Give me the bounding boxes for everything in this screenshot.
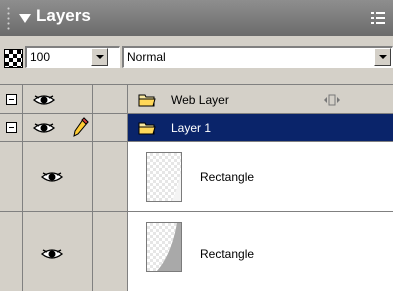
opacity-dropdown-button[interactable] <box>91 48 108 66</box>
object-row-rectangle[interactable]: Rectangle <box>0 142 393 212</box>
opacity-icon <box>4 49 23 68</box>
layer-row-layer-1[interactable]: Layer 1 <box>0 114 393 142</box>
opacity-value: 100 <box>30 50 51 64</box>
layer-name: Web Layer <box>171 93 229 107</box>
edit-pencil-icon[interactable] <box>73 117 89 137</box>
visibility-eye-icon[interactable] <box>41 247 63 261</box>
layers-list: Web Layer Layer 1 Rectangle Rectangle <box>0 84 393 291</box>
object-name: Rectangle <box>200 247 255 261</box>
object-row-rectangle[interactable]: Rectangle <box>0 212 393 291</box>
panel-titlebar[interactable]: Layers <box>0 0 393 36</box>
share-layer-icon[interactable] <box>323 94 341 106</box>
visibility-eye-icon[interactable] <box>33 121 55 135</box>
visibility-eye-icon[interactable] <box>33 93 55 107</box>
collapse-toggle-icon[interactable] <box>6 122 17 133</box>
blend-mode-select[interactable]: Normal <box>122 46 393 68</box>
blend-mode-value: Normal <box>127 50 166 64</box>
collapse-toggle-icon[interactable] <box>6 94 17 105</box>
drag-grip-icon[interactable] <box>7 6 10 30</box>
layer-options-bar: 100 Normal <box>0 36 393 84</box>
visibility-eye-icon[interactable] <box>41 170 63 184</box>
panel-title: Layers <box>36 6 91 25</box>
layer-name: Layer 1 <box>171 121 212 135</box>
blend-mode-dropdown-button[interactable] <box>374 48 391 66</box>
object-thumbnail <box>146 152 182 202</box>
layer-row-web-layer[interactable]: Web Layer <box>0 84 393 114</box>
panel-options-menu-icon[interactable] <box>371 12 385 24</box>
object-name: Rectangle <box>200 170 255 184</box>
folder-icon <box>138 122 156 135</box>
collapse-triangle-icon[interactable] <box>19 14 31 23</box>
object-thumbnail <box>146 222 182 272</box>
folder-icon <box>138 94 156 107</box>
